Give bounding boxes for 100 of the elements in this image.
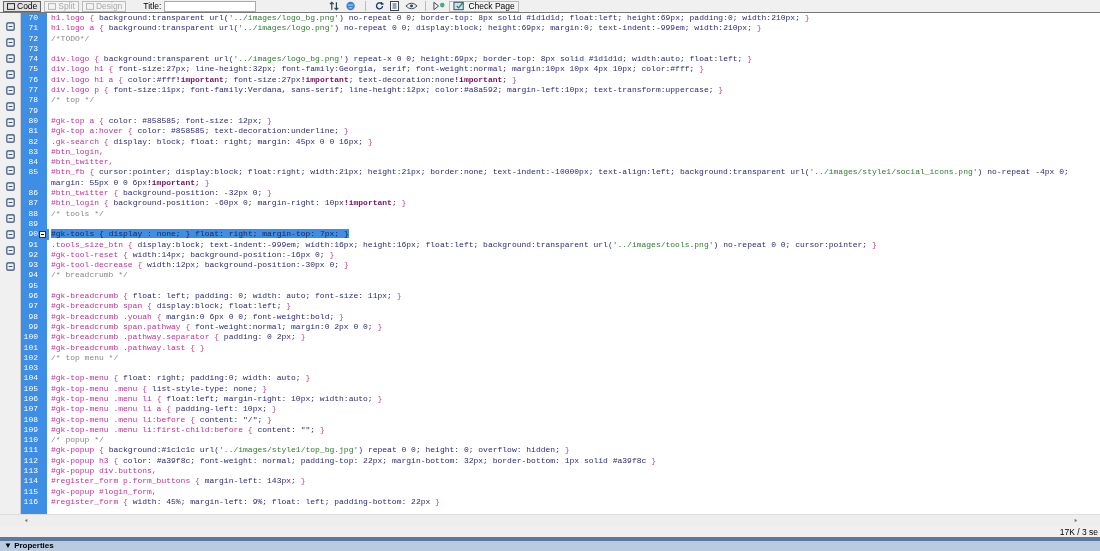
line-number: 74 bbox=[27, 54, 38, 65]
code-line: .gk-search { display: block; float: right; margin: 45px 0 0 16px; } bbox=[51, 136, 373, 146]
window-icon bbox=[7, 2, 15, 10]
code-line: h1.logo a { background:transparent url('../images/logo.png') no-repeat 0 0; display:block; height:69px; margin:0; text-indent:-999em; width:210px; } bbox=[51, 23, 762, 33]
line-number: 92 bbox=[27, 249, 38, 261]
line-number: 96 bbox=[27, 291, 38, 302]
line-number: 111 bbox=[22, 445, 38, 456]
line-number: 105 bbox=[22, 383, 38, 394]
code-line: #gk-top-menu .menu li:before { content: "/"; } bbox=[51, 414, 272, 424]
line-number: 85 bbox=[27, 167, 38, 179]
line-number: 72 bbox=[27, 33, 38, 44]
code-line: /* tools */ bbox=[51, 208, 104, 218]
line-number: 104 bbox=[22, 373, 38, 384]
code-line: #btn_fb { cursor:pointer; display:block; float:right; width:21px; height:21px; border:none; text-indent:-10000px; text-align:left; background:transparent url('../images/style1/social_icons.png') no-repeat -4px 0; margin: 55px 0 0 6px!important; } bbox=[51, 167, 1070, 187]
code-line: div.logo h1 a { color:#fff!important; font-size:27px!important; text-decoration:none!important; } bbox=[51, 74, 517, 84]
code-line: #gk-popup div.buttons, bbox=[51, 466, 157, 476]
line-number: 84 bbox=[27, 157, 38, 168]
line-number: 86 bbox=[27, 188, 38, 199]
code-line: #gk-top-menu .menu li { float:left; margin-right: 10px; width:auto; } bbox=[51, 394, 383, 403]
code-line: /* top menu */ bbox=[51, 352, 119, 362]
code-line: #gk-tool-reset { width:14px; background-position:-16px 0; } bbox=[51, 249, 335, 259]
code-line: #btn_login, bbox=[51, 146, 104, 156]
code-line: div.logo p { font-size:11px; font-family:Verdana, sans-serif; line-height:12px; color:#a8a592; margin-left:10px; text-transform:uppercase; } bbox=[51, 85, 724, 95]
line-number: 75 bbox=[27, 64, 38, 75]
refresh-icon[interactable] bbox=[373, 1, 387, 11]
code-line: #gk-breadcrumb .pathway.separator { padding: 0 2px; } bbox=[51, 332, 306, 342]
line-number: 101 bbox=[22, 342, 38, 353]
line-number: 116 bbox=[22, 496, 38, 508]
line-number: 71 bbox=[27, 23, 38, 34]
line-number: 79 bbox=[27, 105, 38, 116]
line-number: 91 bbox=[27, 239, 38, 250]
line-number: 109 bbox=[22, 424, 38, 436]
code-line: #btn_login { background-position: -60px 0; margin-right: 10px!important; } bbox=[51, 198, 407, 208]
code-line: #gk-top a { color: #858585; font-size: 12px; } bbox=[51, 115, 272, 125]
line-number: 88 bbox=[27, 208, 38, 219]
view-button[interactable]: Code bbox=[3, 0, 42, 12]
check-page-button[interactable]: Check Page bbox=[449, 0, 519, 12]
line-number: 102 bbox=[22, 352, 38, 364]
line-number: 76 bbox=[27, 74, 38, 86]
properties-panel-header[interactable]: ▼ Properties bbox=[0, 541, 1100, 551]
line-number: 82 bbox=[27, 136, 38, 147]
line-number: 70 bbox=[27, 13, 38, 24]
code-line: .tools_size_btn { display:block; text-indent:-999em; width:16px; height:16px; float:left; background:transparent url('../images/tools.png') no-repeat 0 0; cursor:pointer; } bbox=[51, 239, 877, 249]
title-label: Title: bbox=[143, 1, 162, 11]
line-number: 114 bbox=[22, 476, 38, 487]
code-line: #gk-breadcrumb { float: left; padding: 0; width: auto; font-size: 11px; } bbox=[51, 291, 402, 300]
code-line: h1.logo { background:transparent url('../images/logo_bg.png') no-repeat 0 0; border-top: 8px solid #1d1d1d; float:left; height:69px; padding:0; width:210px; } bbox=[51, 13, 810, 22]
scroll-right-icon[interactable] bbox=[1073, 518, 1078, 523]
line-number: 99 bbox=[27, 321, 38, 333]
code-line: #btn_twitter, bbox=[51, 157, 114, 167]
line-number: 95 bbox=[27, 280, 38, 291]
file-size-status: 17K / 3 se bbox=[1059, 526, 1098, 537]
code-line: #gk-popup #login_form, bbox=[51, 486, 157, 496]
code-line: /*TODO*/ bbox=[51, 33, 90, 43]
line-number: 97 bbox=[27, 301, 38, 312]
code-line: #gk-tool-decrease { width:12px; background-position:-30px 0; } bbox=[51, 260, 349, 270]
code-line: #btn_twitter { background-position: -32px 0; } bbox=[51, 188, 272, 198]
collapse-icon[interactable] bbox=[39, 231, 46, 239]
play-icon[interactable] bbox=[433, 1, 447, 11]
line-number: 89 bbox=[27, 218, 38, 230]
code-line: #gk-top a:hover { color: #858585; text-decoration:underline; } bbox=[51, 126, 349, 136]
line-number: 113 bbox=[22, 466, 38, 477]
code-line: #gk-popup { background:#1c1c1c url('../images/style1/top_bg.jpg') repeat 0 0; height: 0; overflow: hidden; } bbox=[51, 445, 570, 455]
line-number: 106 bbox=[22, 394, 38, 405]
code-line: /* top */ bbox=[51, 95, 95, 105]
line-number: 81 bbox=[27, 126, 38, 137]
check-icon bbox=[453, 1, 467, 11]
line-number: 87 bbox=[27, 198, 38, 209]
code-line: #gk-top-menu .menu li a { padding-left: 10px; } bbox=[51, 404, 277, 414]
line-number: 80 bbox=[27, 115, 38, 127]
line-number: 90 bbox=[27, 229, 38, 240]
code-line: #gk-breadcrumb span.pathway { font-weight:normal; margin:0 2px 0 0; } bbox=[51, 321, 383, 331]
code-line: #gk-breadcrumb .youah { margin:0 6px 0 0; font-weight:bold; } bbox=[51, 311, 344, 321]
code-line: #gk-top-menu .menu { list-style-type: none; } bbox=[51, 383, 268, 393]
eye-icon[interactable] bbox=[405, 1, 419, 11]
code-line: #register_form p.form_buttons { margin-left: 143px; } bbox=[51, 476, 306, 486]
line-number: 78 bbox=[27, 95, 38, 106]
line-number: 107 bbox=[22, 404, 38, 415]
line-number: 93 bbox=[27, 260, 38, 271]
code-line: #register_form { width: 45%; margin-left: 9%; float: left; padding-bottom: 22px } bbox=[51, 496, 440, 506]
line-number: 98 bbox=[27, 311, 38, 322]
line-number: 73 bbox=[27, 43, 38, 55]
code-line: #gk-breadcrumb span { display:block; float:left; } bbox=[51, 301, 292, 311]
line-number: 108 bbox=[22, 414, 38, 425]
code-line: #gk-breadcrumb .pathway.last { } bbox=[51, 342, 205, 352]
line-number: 103 bbox=[22, 363, 38, 374]
line-number: 100 bbox=[22, 332, 38, 343]
code-line: div.logo h1 { font-size:27px; line-height:32px; font-family:Georgia, serif; font-weight:normal; margin:10px 10px 4px 10px; color:#fff; } bbox=[51, 64, 704, 74]
window-icon bbox=[48, 2, 57, 10]
scroll-left-icon[interactable] bbox=[24, 518, 29, 523]
code-line: /* popup */ bbox=[51, 435, 104, 445]
line-number: 115 bbox=[22, 486, 38, 497]
title-field[interactable] bbox=[164, 0, 257, 12]
line-number: 77 bbox=[27, 85, 38, 96]
line-number: 94 bbox=[27, 270, 38, 281]
window-icon bbox=[85, 2, 94, 10]
code-line: /* breadcrumb */ bbox=[51, 270, 128, 280]
line-number: 83 bbox=[27, 146, 38, 158]
code-line: #gk-popup h3 { color: #a39f8c; font-weight: normal; padding-top: 22px; margin-bottom: 32px; border-bottom: 1px solid #a39f8c } bbox=[51, 455, 656, 465]
line-number: 112 bbox=[22, 455, 38, 467]
